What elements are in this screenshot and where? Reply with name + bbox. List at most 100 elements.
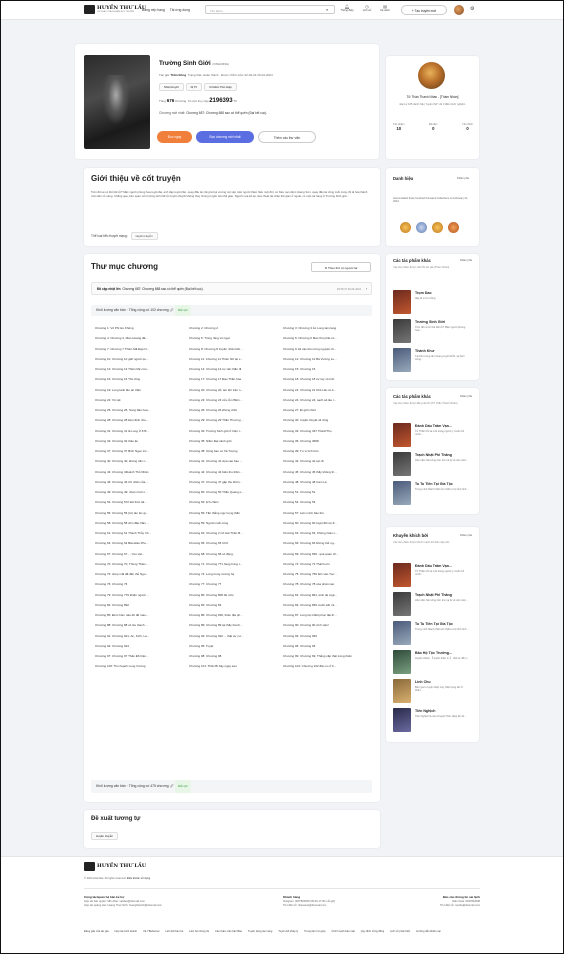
chapter-link[interactable]: Chương 5: Trùng rồng vô ngọc <box>189 333 283 343</box>
chapter-link[interactable]: Chương 4: Chương 4, Man Hoang đả... <box>95 333 189 343</box>
footer-link[interactable]: Hướng dẫn khiếu nại <box>416 930 440 933</box>
footer-link[interactable]: Cán thảm việc bản Bảo <box>215 930 242 933</box>
chapter-link[interactable]: Chương 24: Chương 24, sạch sẽ làu t... <box>283 395 375 405</box>
chapter-link[interactable]: Chương 23: Chương 23 cửu Âm Biến ... <box>189 395 283 405</box>
footer-link[interactable]: Lịch sử phát triển <box>390 930 410 933</box>
chapter-link[interactable]: Chương 91: Chương 921, An, Kích, La... <box>95 631 189 641</box>
chapter-link[interactable]: Chương 13: Chương 13 Thiên Mệ cứu... <box>95 364 189 374</box>
chapter-link[interactable]: Chương 101: Thần Bi bây ngay sau <box>189 661 283 671</box>
chapter-link[interactable]: Chương 57: Liên minh báo thù <box>283 508 375 518</box>
chapter-link[interactable]: Chương 47: Chương 47 gặp thu khôn... <box>189 477 283 487</box>
genre-tag[interactable]: Huyền Huyễn <box>130 232 158 240</box>
chapter-link[interactable]: Chương 81: Chương 861, kinh tài tuyệ... <box>283 590 375 600</box>
chapter-link[interactable]: Chương 19: Long lanh lều an trăm. <box>95 385 189 395</box>
chapter-link[interactable]: Chương 58: Chương 58 dừn đầu hãm ... <box>95 518 189 528</box>
nav-download-app[interactable]: Tải ứng dụng <box>170 8 190 12</box>
chapter-link[interactable]: Chương 65: Chương 65 Chữ <box>189 538 283 548</box>
chapter-link[interactable]: Chương 66: Chương 66 không thể ng... <box>283 538 375 548</box>
chapter-link[interactable]: Chương 78: Chương 78 vòa phát mạc. <box>283 579 375 589</box>
chapter-link[interactable]: Chương 25: Chương 25, Song đào hoạ... <box>95 405 189 415</box>
chapter-link[interactable]: Chương 54: Chương 54 <box>283 497 375 507</box>
author-link[interactable]: Thần Đông <box>171 73 187 77</box>
latest-chapter-link[interactable]: Chương 687: Chương 688 sao có thể quên (… <box>186 111 267 115</box>
chapter-link[interactable]: Chương 1: Vô Phí Hu Không <box>95 323 189 333</box>
author-name[interactable]: Tử Thần Thanh Nhàn - [Thàm Nhàn] <box>388 95 477 99</box>
chapter-link[interactable]: Chương 10: Chương 10 giết người qu... <box>95 354 189 364</box>
chapter-link[interactable]: Chương 100: Thu hoạch Long Vương <box>95 661 189 671</box>
terms-link[interactable]: Điều khoản sử dụng <box>127 877 150 880</box>
chapter-link[interactable]: Chương 6: Chương 6 Man thú phát có... <box>283 333 375 343</box>
tag-pill[interactable]: Dị Tri <box>185 83 203 91</box>
chapter-link[interactable]: Chương 71: Chương 771 hang hung t... <box>189 559 283 569</box>
ranking-more-link[interactable]: Khám phá <box>457 177 469 180</box>
chapter-link[interactable]: Chương 9: Đi vào khu rừng nguyên th... <box>283 344 375 354</box>
chapter-link[interactable]: Chương 52: Chương 572 kết thúc tiế... <box>95 497 189 507</box>
chapter-link[interactable]: Chương 73: chép mãi đã đến thủ Ngu... <box>95 569 189 579</box>
tag-pill[interactable]: Nhiệt Huyết <box>159 83 184 91</box>
chapter-link[interactable]: Chương 70: Chương 70, Thùng Thiên ... <box>95 559 189 569</box>
volume-header-2[interactable]: Khối lượng văn bản · Tổng cộng có 475 ch… <box>91 780 372 793</box>
chapter-link[interactable]: Chương 28: Chương 28 kiện định nhu... <box>95 415 189 425</box>
chapter-link[interactable]: Chương 98: Chương 98 <box>189 651 283 661</box>
chapter-link[interactable]: Chương 85: Đêm hôm nào đó để mau... <box>95 610 189 620</box>
chapter-link[interactable]: Chương 7: Chương 7 Thiên Mã Đạp N... <box>95 344 189 354</box>
latest-update-row[interactable]: Đã cập nhật lên Chương 687: Chương 688 s… <box>91 282 372 295</box>
chapter-link[interactable]: Chương 64: Chương 64 Bảo Đảo Phu... <box>95 538 189 548</box>
chapter-link[interactable]: Chương 11: Chương 11 Thiên Nữ lại x... <box>189 354 283 364</box>
similar-tag[interactable]: Huyền Huyễn <box>91 832 118 840</box>
add-to-library-button[interactable]: Thêm vào thư viện <box>258 131 316 143</box>
footer-link[interactable]: Chính sách bảo mật <box>331 930 354 933</box>
chapter-link[interactable]: Chương 83: Chương 83 <box>189 600 283 610</box>
volume-header-1[interactable]: Khối lượng văn bản · Tổng cộng có 102 ch… <box>91 305 372 316</box>
sort-button[interactable]: ⇅ Theo thứ tự ngược lại <box>311 262 371 272</box>
chapter-link[interactable]: Chương 93: Chương 993 <box>283 631 375 641</box>
chapter-link[interactable]: Chương 76: Chương 76 <box>95 579 189 589</box>
chapter-link[interactable]: Chương 49: Chương 49: nhan nhơn t... <box>95 487 189 497</box>
chapter-link[interactable]: Chương 29: Chương 29 Thần Thương ... <box>189 415 283 425</box>
chapter-link[interactable]: Chương 75: Chương 759 tiến vào Tọc... <box>283 569 375 579</box>
footer-link[interactable]: Tuyên dụng tác nàng <box>248 930 272 933</box>
chapter-link[interactable]: Chương 17: Chương 17 Đạo Thần hóa <box>189 374 283 384</box>
chapter-link[interactable]: Chương 96: Chương 96 <box>283 641 375 651</box>
chapter-link[interactable]: Chương 2: Chương 2 <box>189 323 283 333</box>
recommended-more-link[interactable]: Khám phá <box>460 534 472 537</box>
chapter-link[interactable]: Chương 18: Chương 18 cự tay vô tình <box>283 374 375 384</box>
chapter-link[interactable]: Chương 94: Chương 924 <box>95 641 189 651</box>
chapter-link[interactable]: Chương 86: Chương 818, thiên địa ph... <box>189 610 283 620</box>
chapter-link[interactable]: Chương 97: Chương 97 Thân Đồ hiện... <box>95 651 189 661</box>
footer-link[interactable]: Đảng gấu của tác giả <box>84 930 109 933</box>
chapter-link[interactable]: Chương 60: Chương 60 tuyệt đối sợ đ... <box>283 518 375 528</box>
nav-ranking[interactable]: Bảng xếp hạng <box>142 8 165 12</box>
footer-link[interactable]: Liên hệ chúng tôi <box>189 930 209 933</box>
chapter-link[interactable]: Chương 45: Chương 45 thấy không th... <box>283 467 375 477</box>
chapter-link[interactable]: Chương 36: Chương 3698 <box>283 436 375 446</box>
chapter-link[interactable]: Chương 33: Chương 337 ThánhThụ <box>283 426 375 436</box>
footer-link[interactable]: Hợp tác kinh doanh <box>115 930 138 933</box>
chapter-link[interactable]: Chương 38: Uống bao có Xà Tượng <box>189 446 283 456</box>
chapter-link[interactable]: Chương 90: Chương 90 vinh viện! <box>283 620 375 630</box>
chapter-link[interactable]: Chương 53: lịch chiến <box>189 497 283 507</box>
read-now-button[interactable]: Đọc ngay <box>157 131 192 143</box>
chapter-link[interactable]: Chương 56: Tần thắng ngự trọng thần <box>189 508 283 518</box>
chapter-link[interactable]: Chương 42: Chương 42 sợi đi. <box>283 456 375 466</box>
chapter-link[interactable]: Chương 39: Tư vi tính hôn. <box>283 446 375 456</box>
chapter-link[interactable]: Chương 15: Chương 15 <box>283 364 375 374</box>
chapter-link[interactable]: Chương 41: Chương 41 dựa vào bạo ... <box>189 456 283 466</box>
tag-pill[interactable]: Cổ Điển Tiên Hiệp <box>204 83 237 91</box>
chapter-link[interactable]: Chương 12: Chương 12 Bá Vương Lu... <box>283 354 375 364</box>
chapter-link[interactable]: Chương 61: Chương 61 Thanh Thủy trh... <box>95 528 189 538</box>
chapter-link[interactable]: Chương 16: Chương 16 Thú rồng <box>95 374 189 384</box>
chapter-link[interactable]: Chương 31: Chương 31 là Long Ù 8 B... <box>95 426 189 436</box>
chapter-link[interactable]: Chương 30: truyền thuyết về rồng <box>283 415 375 425</box>
avatar[interactable] <box>454 5 464 15</box>
chapter-link[interactable]: Chương 20: Chương 20, ám khí tràn n... <box>189 385 283 395</box>
other-works-more-link[interactable]: Khám phá <box>460 259 472 262</box>
chapter-link[interactable]: Chương 68: Chương 68 vô động. <box>189 549 283 559</box>
header-notifications[interactable]: 🔔︎ Thông điệp <box>339 4 355 12</box>
chapter-link[interactable]: Chương 43: Chương 43Hành Thủ Nhân <box>95 467 189 477</box>
chapter-link[interactable]: Chương 62: Chương 2 Cổ Hài Thân B... <box>189 528 283 538</box>
chapter-link[interactable]: Chương 59: Người cuối cùng <box>189 518 283 528</box>
read-latest-button[interactable]: Đọc chương mới nhất <box>196 131 254 143</box>
chapter-link[interactable]: Chương 51: Chương 51 <box>283 487 375 497</box>
logo[interactable]: HUYỀN THƯ LẦU XIN CHÀO TRẢI NGHIỆM ĐỌC T… <box>84 5 146 14</box>
